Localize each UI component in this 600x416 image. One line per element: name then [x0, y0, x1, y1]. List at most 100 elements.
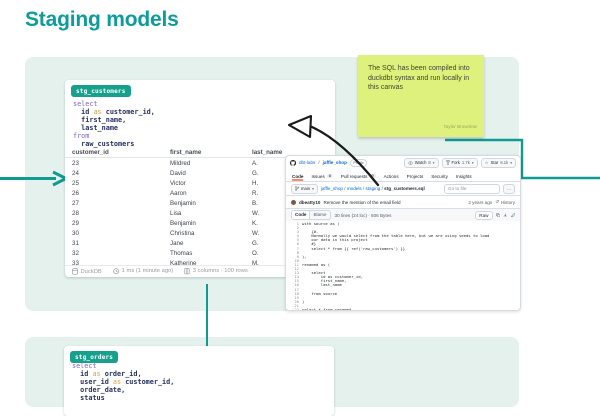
commit-time: 2 years ago [468, 200, 492, 205]
star-count: 6.1k [500, 160, 508, 165]
github-file-nav: main ▾ jaffle_shop / models / staging / … [286, 182, 520, 195]
sql-code[interactable]: select id as customer_id, first_name, la… [73, 100, 155, 148]
sql-line: last_name [73, 124, 155, 132]
sql-line: raw_customers [73, 140, 155, 148]
fork-button[interactable]: Fork 1.7k ▾ [442, 158, 478, 168]
watch-button[interactable]: Watch 8 ▾ [404, 158, 439, 168]
github-logo-icon [290, 160, 296, 166]
copy-icon[interactable] [496, 213, 501, 218]
sql-code[interactable]: select id as order_id, user_id as custom… [72, 362, 174, 402]
download-icon[interactable] [503, 213, 508, 218]
table-cell: Jane [170, 238, 252, 248]
file-info: 30 lines (24 loc) · 506 Bytes [335, 213, 392, 218]
repo-owner-link[interactable]: dbt-labs [299, 160, 315, 165]
table-cell: 30 [65, 228, 170, 238]
pencil-icon[interactable] [511, 213, 516, 218]
code-toggle[interactable]: Code [292, 211, 310, 219]
table-cell: Thomas [170, 248, 252, 258]
engine-item: DuckDB [72, 268, 102, 275]
branch-icon [295, 186, 299, 191]
breadcrumb-link[interactable]: staging [365, 186, 380, 191]
watch-count: 8 [428, 160, 430, 165]
go-to-file-input[interactable]: Go to file [444, 184, 500, 194]
timing-item: 1 ms (1 minute ago) [113, 268, 173, 274]
tab-insights[interactable]: Insights [456, 174, 472, 182]
avatar[interactable] [291, 200, 296, 205]
tab-code[interactable]: Code [292, 174, 303, 182]
star-icon: ☆ [485, 160, 489, 166]
kebab-menu-button[interactable]: … [503, 184, 515, 194]
table-cell: 26 [65, 188, 170, 198]
sql-line: id as order_id, [72, 370, 174, 378]
commit-author[interactable]: dbeatty10 [299, 200, 320, 205]
raw-button[interactable]: Raw [475, 211, 492, 220]
visibility-badge: Public [350, 159, 368, 167]
code-viewer[interactable]: 1with source as (2 3 {#-4 Normally we wo… [286, 221, 520, 311]
table-cell: 27 [65, 198, 170, 208]
github-repo-header: dbt-labs / jaffle_shop Public Watch 8 ▾ … [286, 156, 520, 169]
table-cell: 28 [65, 208, 170, 218]
tab-count-badge: 9 [369, 174, 375, 178]
github-embed[interactable]: dbt-labs / jaffle_shop Public Watch 8 ▾ … [285, 155, 521, 311]
sql-line: status [72, 394, 174, 402]
table-cell: Mildred [170, 158, 252, 169]
database-icon [72, 268, 78, 275]
tab-security[interactable]: Security [431, 174, 448, 182]
fork-icon [446, 160, 450, 165]
page-title: Staging models [25, 8, 179, 32]
tab-pull-requests[interactable]: Pull requests9 [341, 174, 376, 182]
breadcrumb-link[interactable]: models [347, 186, 362, 191]
eye-icon [408, 161, 413, 165]
chevron-down-icon: ▾ [472, 161, 474, 165]
sql-line: first_name, [73, 116, 155, 124]
table-cell: 31 [65, 238, 170, 248]
sql-line: from [73, 132, 155, 140]
sql-line: order_date, [72, 386, 174, 394]
tab-projects[interactable]: Projects [407, 174, 424, 182]
sql-line: select [73, 100, 155, 108]
branch-selector[interactable]: main ▾ [291, 184, 318, 194]
sticky-note[interactable]: The SQL has been compiled into duckdbt s… [358, 55, 484, 137]
sql-line: user_id as customer_id, [72, 378, 174, 386]
tab-issues[interactable]: Issues8 [311, 174, 332, 182]
fork-count: 1.7k [462, 160, 470, 165]
history-icon: ↺ [495, 199, 499, 205]
column-header: first_name [170, 148, 252, 158]
column-header: customer_id [65, 148, 170, 158]
history-button[interactable]: ↺ History [495, 199, 515, 205]
star-button[interactable]: ☆ Star 6.1k ▾ [481, 158, 516, 168]
table-cell: Lisa [170, 208, 252, 218]
shape-item: 3 columns · 100 rows [184, 268, 248, 274]
tab-actions[interactable]: Actions [384, 174, 399, 182]
table-cell: 32 [65, 248, 170, 258]
stg-orders-card[interactable]: stg_orders select id as order_id, user_i… [64, 346, 334, 416]
table-cell: 25 [65, 178, 170, 188]
code-line: 22select * from renamed [286, 308, 520, 311]
github-tab-bar: Code Issues8 Pull requests9 Actions Projects… [286, 169, 520, 182]
repo-name-link[interactable]: jaffle_shop [323, 160, 347, 165]
table-cell: Benjamin [170, 218, 252, 228]
table-cell: Aaron [170, 188, 252, 198]
table-cell: 23 [65, 158, 170, 169]
breadcrumb-file: stg_customers.sql [384, 186, 425, 191]
breadcrumb-link[interactable]: jaffle_shop [321, 186, 343, 191]
columns-icon [184, 268, 190, 274]
blame-toggle[interactable]: Blame [310, 211, 329, 219]
breadcrumb: jaffle_shop / models / staging / stg_cus… [321, 186, 425, 191]
chevron-down-icon: ▾ [510, 161, 512, 165]
table-cell: 29 [65, 218, 170, 228]
tab-count-badge: 8 [327, 174, 333, 178]
sticky-note-author: Taylor Brownlow [444, 122, 477, 132]
repo-separator: / [318, 160, 319, 165]
code-blame-toggle[interactable]: Code Blame [291, 210, 331, 220]
table-cell: Victor [170, 178, 252, 188]
commit-message[interactable]: Remove the mention of the email field [323, 200, 400, 205]
sticky-note-text: The SQL has been compiled into duckdbt s… [368, 64, 474, 93]
file-meta-bar: Code Blame 30 lines (24 loc) · 506 Bytes… [286, 208, 520, 221]
clock-icon [113, 268, 119, 274]
line-number[interactable]: 22 [286, 308, 302, 311]
model-badge[interactable]: stg_customers [71, 85, 131, 97]
table-cell: 24 [65, 168, 170, 178]
chevron-down-icon: ▾ [312, 187, 314, 191]
chevron-down-icon: ▾ [433, 161, 435, 165]
